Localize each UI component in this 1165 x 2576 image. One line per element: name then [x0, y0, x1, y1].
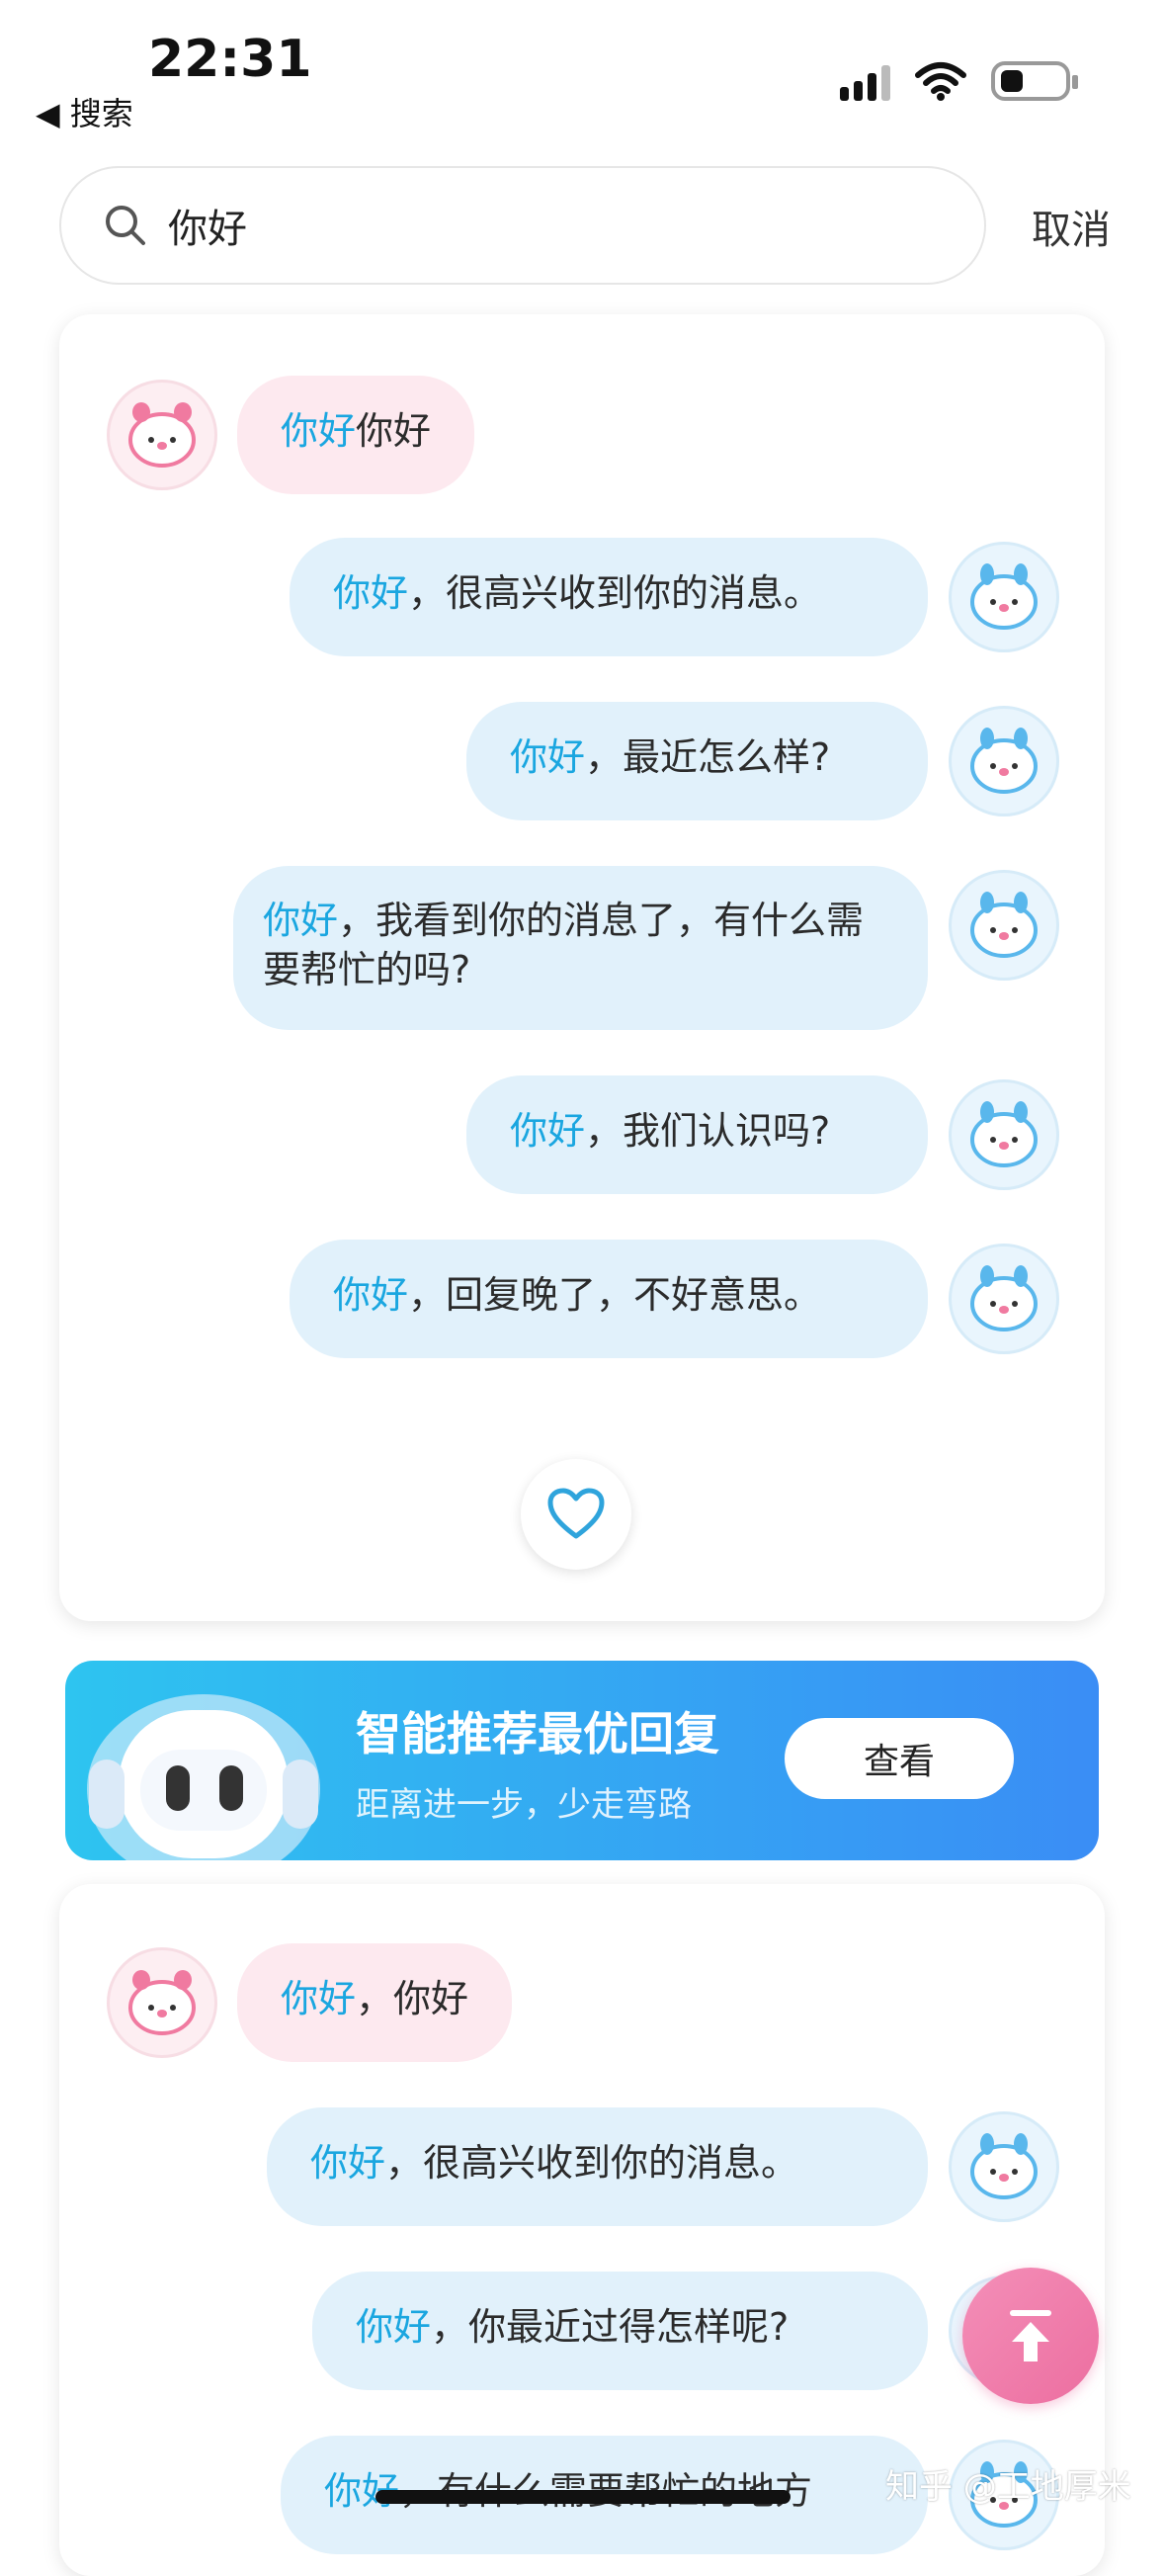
message-text: ，我看到你的消息了，有什么需要帮忙的吗? — [263, 899, 865, 991]
status-icons — [840, 61, 1078, 101]
message-text: ，很高兴收到你的消息。 — [385, 2141, 799, 2185]
search-icon — [106, 206, 145, 245]
blue-avatar-icon — [949, 1244, 1059, 1354]
robot-mascot-icon — [87, 1694, 320, 1860]
keyword-highlight: 你好 — [310, 2141, 386, 2185]
keyword-highlight: 你好 — [356, 2305, 432, 2349]
blue-avatar-icon — [949, 706, 1059, 816]
keyword-highlight: 你好 — [510, 735, 586, 779]
scroll-to-top-icon — [1010, 2310, 1051, 2361]
signal-icon — [840, 61, 890, 101]
banner-title: 智能推荐最优回复 — [356, 1707, 719, 1760]
view-button[interactable]: 查看 — [785, 1718, 1014, 1799]
blue-avatar-icon — [949, 542, 1059, 652]
blue-avatar-icon — [949, 2111, 1059, 2222]
message-text: ，回复晚了，不好意思。 — [408, 1273, 822, 1317]
message-text: 你好 — [356, 409, 432, 453]
scroll-to-top-button[interactable] — [962, 2268, 1099, 2404]
pink-avatar-icon — [107, 380, 217, 490]
keyword-highlight: 你好 — [333, 1273, 409, 1317]
message-text: ，你好 — [356, 1977, 469, 2020]
message-bubble-sent[interactable]: 你好，回复晚了，不好意思。 — [290, 1240, 928, 1358]
keyword-highlight: 你好 — [333, 571, 409, 615]
chat-card[interactable]: 你好你好 你好，很高兴收到你的消息。 你好，最近怎么样? 你好，我看到你的消息了… — [59, 314, 1105, 1621]
banner-subtitle: 距离进一步，少走弯路 — [356, 1785, 692, 1825]
message-bubble-sent[interactable]: 你好，最近怎么样? — [466, 702, 928, 820]
battery-icon — [991, 61, 1078, 101]
watermark: 知乎 @工地厚米 — [885, 2467, 1131, 2507]
pink-avatar-icon — [107, 1947, 217, 2058]
home-indicator[interactable] — [375, 2490, 791, 2504]
blue-avatar-icon — [949, 870, 1059, 981]
message-text: ，很高兴收到你的消息。 — [408, 571, 822, 615]
message-bubble-sent[interactable]: 你好，我们认识吗? — [466, 1075, 928, 1194]
message-bubble-received[interactable]: 你好你好 — [237, 376, 475, 494]
message-text: ，你最近过得怎样呢? — [431, 2305, 790, 2349]
like-button[interactable] — [521, 1459, 631, 1570]
message-bubble-sent[interactable]: 你好，很高兴收到你的消息。 — [290, 538, 928, 656]
recommend-banner[interactable]: 智能推荐最优回复 距离进一步，少走弯路 查看 — [65, 1661, 1099, 1860]
wifi-icon — [915, 62, 966, 101]
message-text: ，我们认识吗? — [585, 1109, 831, 1153]
message-bubble-received[interactable]: 你好，你好 — [237, 1943, 513, 2062]
keyword-highlight: 你好 — [281, 409, 357, 453]
status-time: 22:31 — [148, 30, 312, 89]
message-bubble-sent[interactable]: 你好，我看到你的消息了，有什么需要帮忙的吗? — [233, 866, 928, 1030]
blue-avatar-icon — [949, 1079, 1059, 1190]
message-bubble-sent[interactable]: 你好，很高兴收到你的消息。 — [267, 2107, 928, 2226]
search-field[interactable] — [59, 166, 986, 285]
keyword-highlight: 你好 — [510, 1109, 586, 1153]
back-to-search-link[interactable]: ◀ 搜索 — [36, 89, 133, 134]
message-text: ，最近怎么样? — [585, 735, 831, 779]
heart-icon — [547, 1488, 605, 1539]
message-bubble-sent[interactable]: 你好，你最近过得怎样呢? — [312, 2272, 928, 2390]
keyword-highlight: 你好 — [281, 1977, 357, 2020]
search-input[interactable] — [168, 203, 860, 248]
keyword-highlight: 你好 — [263, 899, 339, 942]
cancel-button[interactable]: 取消 — [1032, 198, 1111, 255]
